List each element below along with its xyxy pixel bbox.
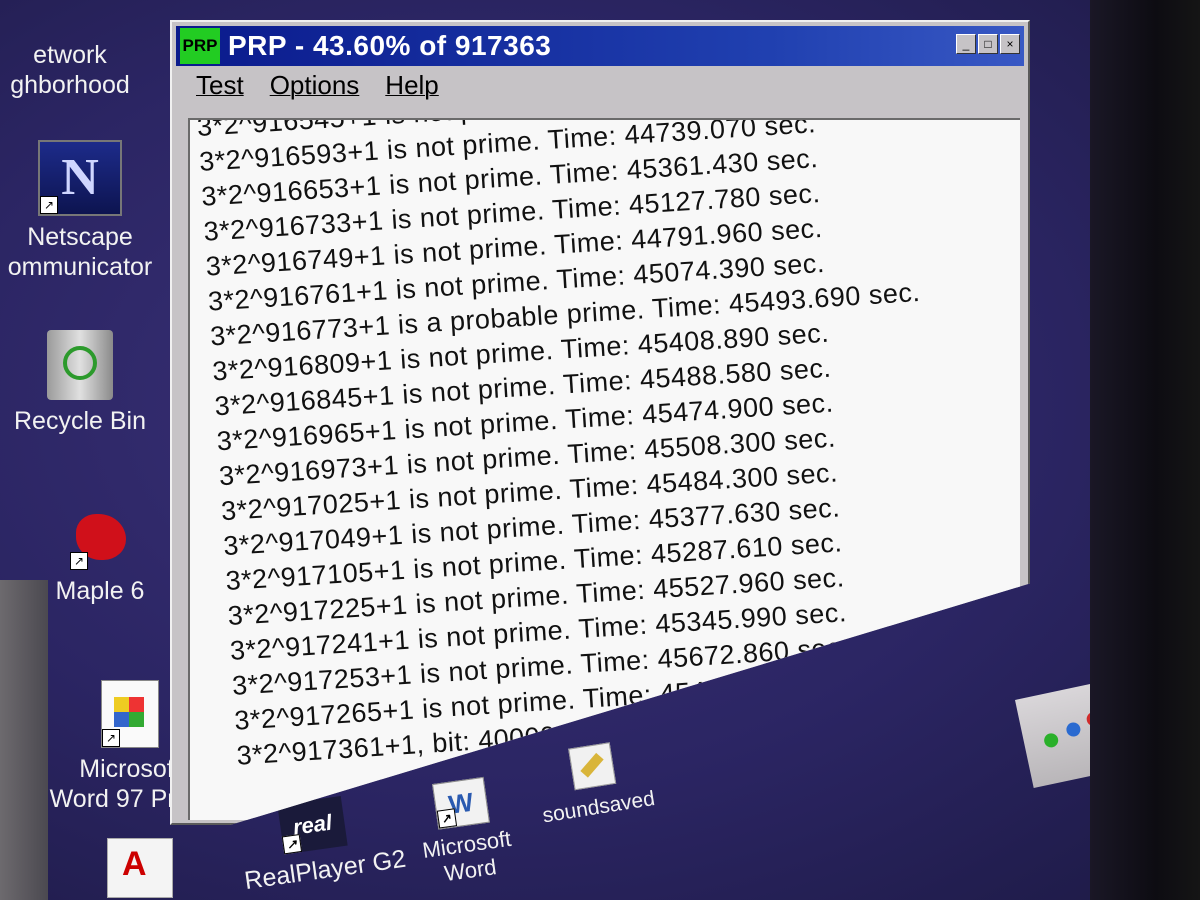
icon-label: etwork: [33, 41, 107, 69]
output-log: 3*2^916545+1 is not prime. Time: 44801.7…: [196, 120, 1020, 774]
tray-app-icon: [1065, 721, 1082, 738]
word-document-icon: ↗: [101, 680, 159, 748]
menu-help[interactable]: Help: [385, 70, 438, 110]
window-controls: _ □ ×: [956, 34, 1020, 54]
window-title: PRP - 43.60% of 917363: [228, 30, 552, 61]
output-area[interactable]: 3*2^916545+1 is not prime. Time: 44801.7…: [188, 118, 1020, 820]
menu-bar: Test Options Help: [182, 70, 439, 110]
icon-label: ghborhood: [10, 71, 130, 99]
maple-leaf-icon: ↗: [70, 510, 130, 570]
menu-test[interactable]: Test: [196, 70, 244, 110]
shortcut-arrow-icon: ↗: [102, 729, 120, 747]
menu-options[interactable]: Options: [270, 70, 360, 110]
desktop-icon-netscape[interactable]: N ↗ Netscape ommunicator: [0, 140, 160, 282]
desktop-icon-recycle-bin[interactable]: Recycle Bin: [0, 330, 160, 436]
acrobat-icon: A: [107, 838, 173, 898]
maximize-button[interactable]: □: [978, 34, 998, 54]
desktop-icon-network-neighborhood[interactable]: etwork ghborhood: [0, 40, 140, 100]
netscape-letter: N: [61, 149, 99, 206]
minimize-button[interactable]: _: [956, 34, 976, 54]
icon-label: Netscape: [27, 223, 133, 251]
netscape-icon: N ↗: [38, 140, 122, 216]
icon-label: Recycle Bin: [14, 407, 146, 435]
close-button[interactable]: ×: [1000, 34, 1020, 54]
icon-label: ommunicator: [7, 253, 153, 281]
prp-app-icon[interactable]: PRP: [180, 28, 220, 64]
shortcut-arrow-icon: ↗: [40, 196, 58, 214]
monitor-bezel-left: [0, 580, 48, 900]
shortcut-arrow-icon: ↗: [70, 552, 88, 570]
shortcut-arrow-icon: ↗: [281, 834, 303, 855]
photo-background: etwork ghborhood N ↗ Netscape ommunicato…: [0, 0, 1200, 900]
prp-window[interactable]: PRP PRP - 43.60% of 917363 _ □ × Test Op…: [170, 20, 1030, 830]
desktop-icon-acrobat[interactable]: A: [100, 838, 180, 900]
recycle-bin-icon: [47, 330, 113, 400]
monitor-bezel-right: [1090, 0, 1200, 900]
windows-logo-icon: [114, 697, 144, 727]
recycle-arrows-icon: [63, 346, 97, 380]
tray-network-icon: [1042, 732, 1060, 749]
icon-label: RealPlayer G2: [242, 844, 408, 896]
title-bar[interactable]: PRP PRP - 43.60% of 917363 _ □ ×: [176, 26, 1024, 66]
window-frame: PRP PRP - 43.60% of 917363 _ □ × Test Op…: [170, 20, 1030, 825]
